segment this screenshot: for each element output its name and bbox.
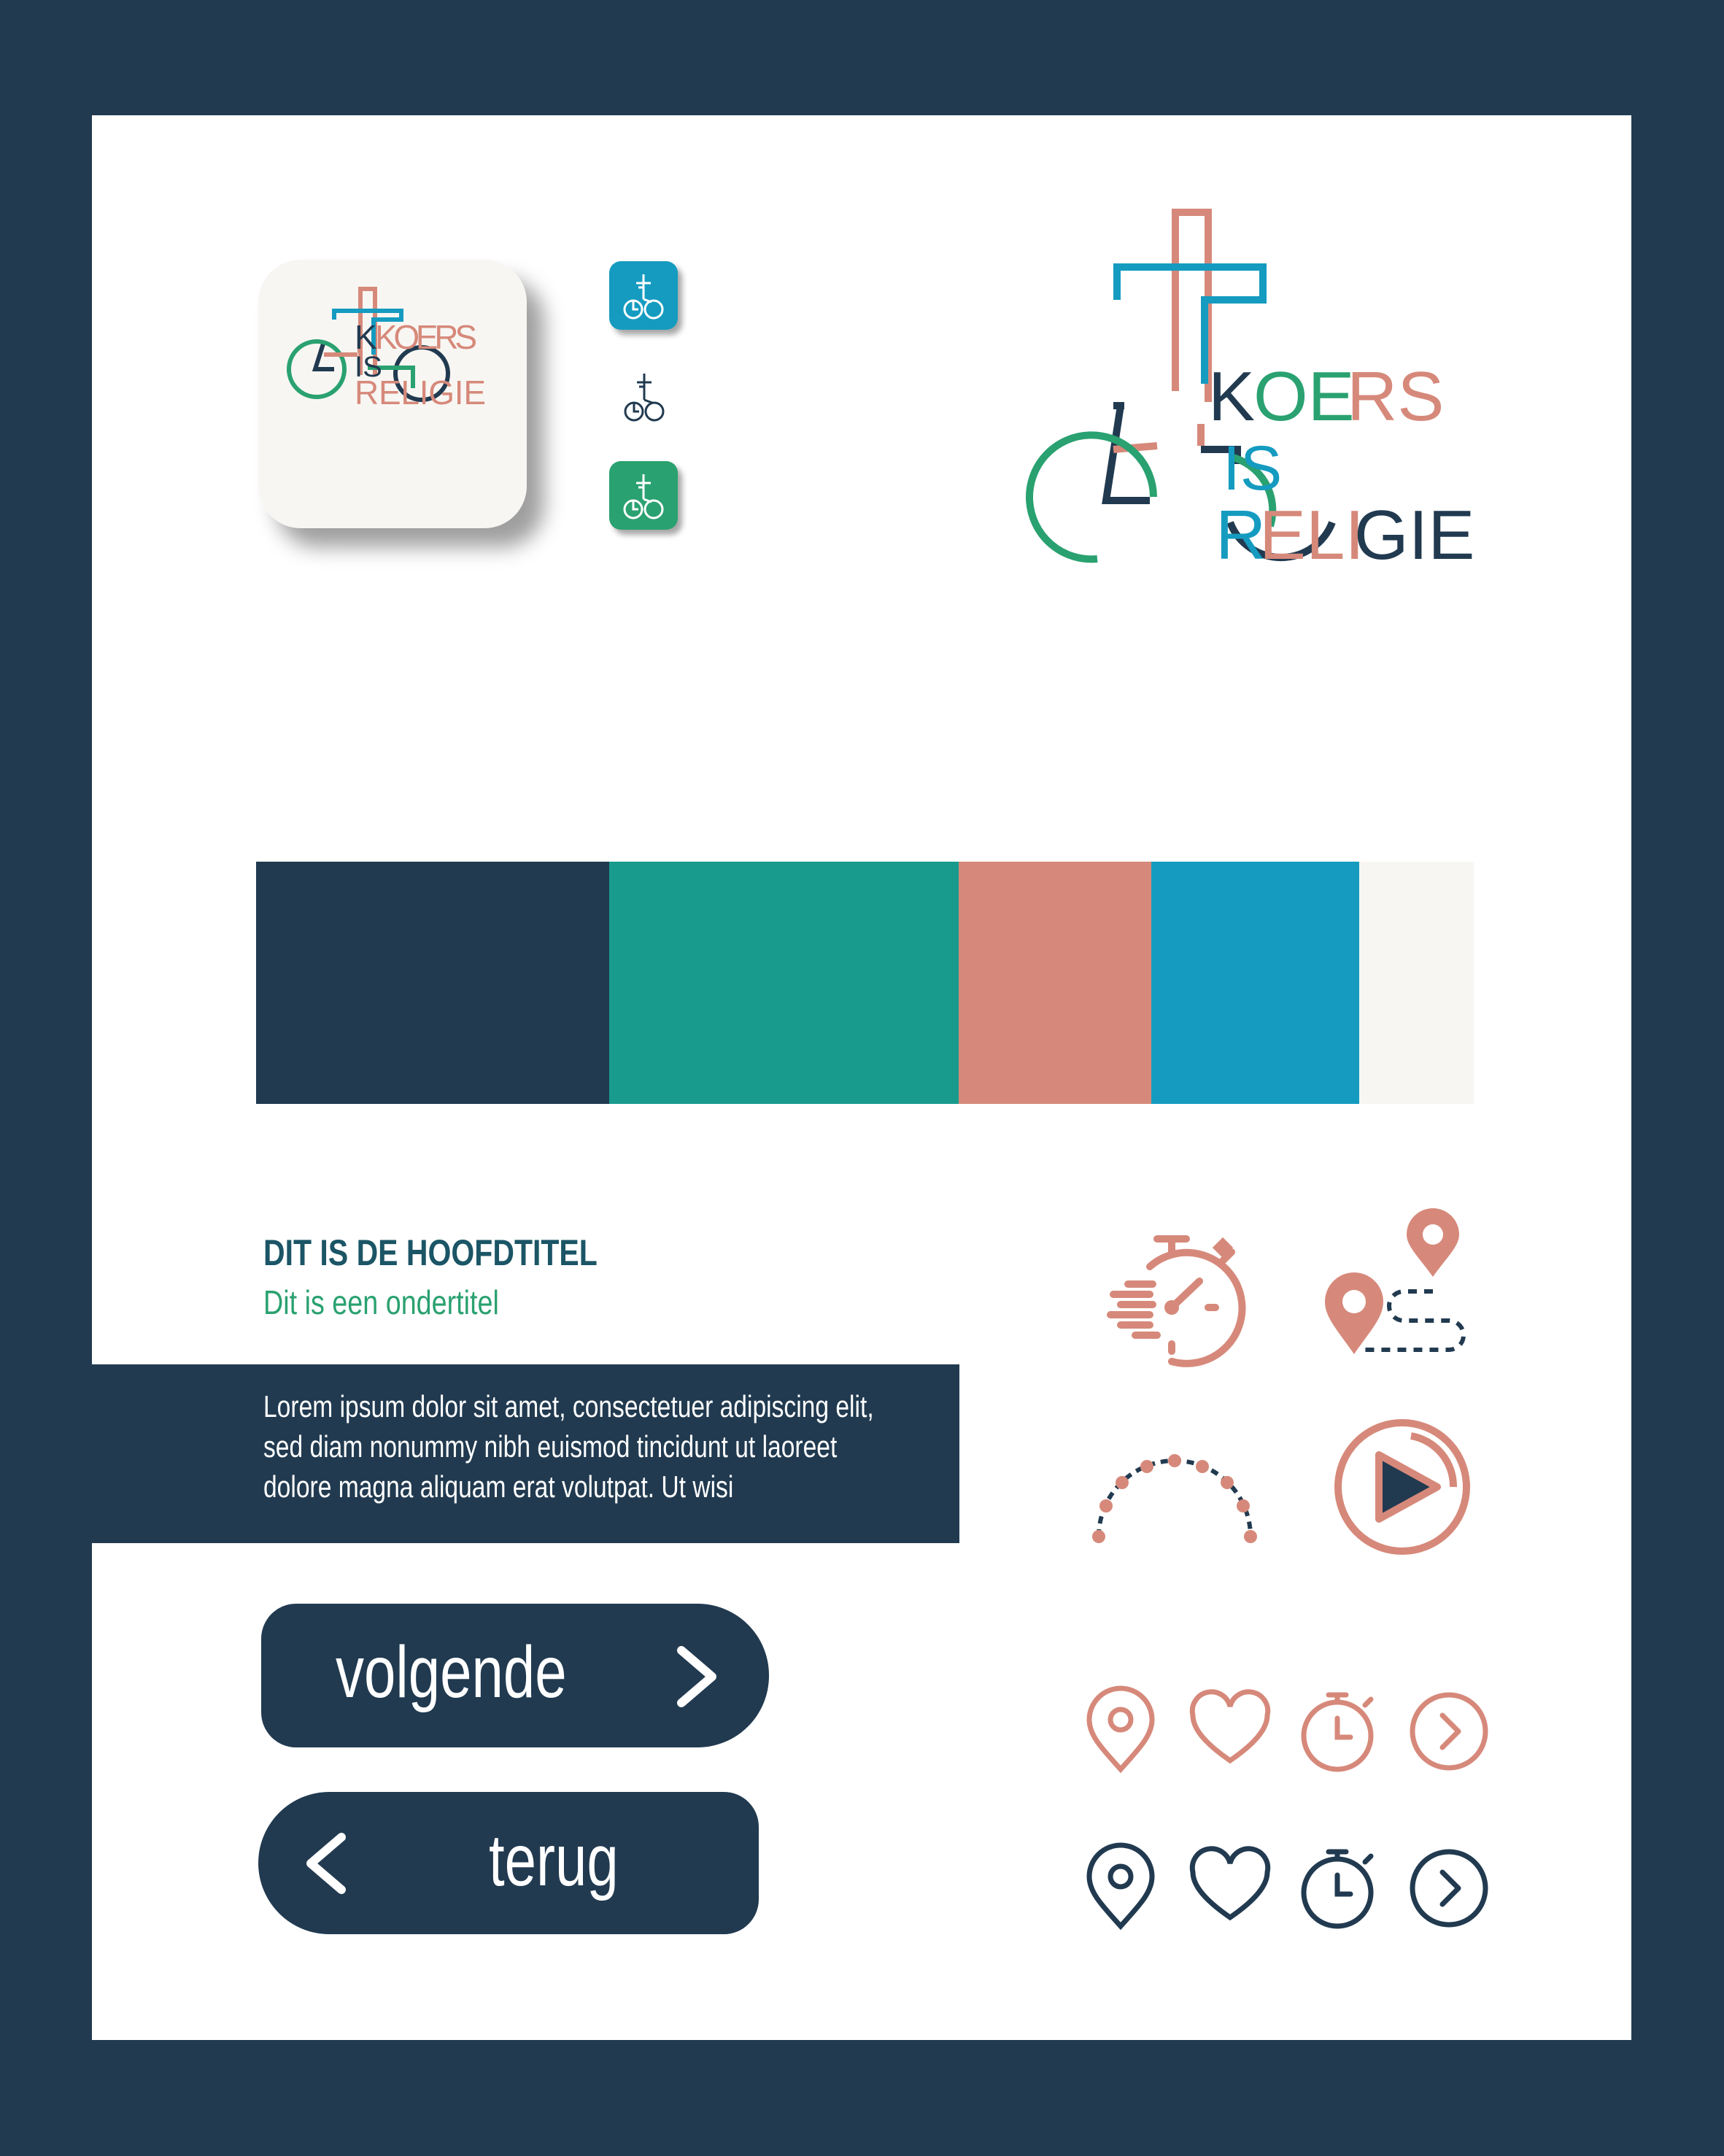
swatch-teal <box>609 862 959 1104</box>
icon-row-navy <box>1081 1842 1489 1932</box>
back-button[interactable]: terug <box>258 1792 759 1934</box>
logo-letter-k: K <box>1208 358 1255 436</box>
body-line: dolore magna aliquam erat volutpat. Ut w… <box>263 1469 734 1504</box>
subheading-sample: Dit is een ondertitel <box>263 1283 499 1321</box>
logo-letters-rs: RS <box>1347 358 1444 436</box>
stopwatch-speed-icon <box>1106 1224 1252 1370</box>
app-icon-blue <box>609 261 678 330</box>
timer-icon[interactable] <box>1299 1688 1380 1775</box>
location-pin-icon[interactable] <box>1081 1842 1161 1932</box>
body-line: Lorem ipsum dolor sit amet, consectetuer… <box>263 1389 874 1423</box>
next-button[interactable]: volgende <box>261 1604 769 1747</box>
heading-sample: DIT IS DE HOOFDTITEL <box>263 1232 598 1273</box>
chevron-left-icon <box>304 1833 347 1894</box>
logo-letter-r: R <box>1215 496 1266 574</box>
logo-letters-eli: ELI <box>1259 496 1364 574</box>
logo-letters-gie: GIE <box>1354 496 1474 574</box>
route-icon <box>1325 1208 1471 1370</box>
swatch-salmon <box>959 862 1151 1104</box>
style-guide-sheet: K KOERS IS RELIGIE K OE RS IS R ELI GIE … <box>92 115 1631 2040</box>
color-palette <box>256 862 1474 1104</box>
swatch-offwhite <box>1359 862 1474 1104</box>
chevron-right-icon <box>676 1646 719 1707</box>
timer-icon[interactable] <box>1299 1844 1380 1932</box>
body-line: sed diam nonummy nibh euismod tincidunt … <box>263 1429 838 1464</box>
app-icon: K KOERS IS RELIGIE <box>258 260 527 528</box>
logo-word-is: IS <box>1223 433 1282 503</box>
app-logo-mark: K KOERS IS RELIGIE <box>287 287 486 412</box>
progress-arc-icon <box>1084 1450 1267 1553</box>
body-text-sample: Lorem ipsum dolor sit amet, consectetuer… <box>263 1386 952 1507</box>
bike-cross-icon <box>623 474 664 519</box>
chevron-right-circle-icon[interactable] <box>1409 1844 1489 1932</box>
next-button-label: volgende <box>336 1631 567 1713</box>
bike-cross-icon <box>623 274 664 320</box>
chevron-right-circle-icon[interactable] <box>1409 1688 1489 1775</box>
play-icon <box>1329 1414 1475 1560</box>
app-logo-word-koers-rest: KOERS <box>375 318 477 356</box>
location-pin-icon[interactable] <box>1081 1685 1161 1775</box>
back-button-label: terug <box>489 1820 619 1901</box>
app-logo-word-religie: RELIGIE <box>355 374 486 412</box>
main-logo: K OE RS IS R ELI GIE <box>1011 209 1566 719</box>
icon-row-salmon <box>1081 1685 1489 1775</box>
swatch-blue <box>1151 862 1359 1104</box>
heart-icon[interactable] <box>1189 1844 1271 1932</box>
bike-cross-outline-icon <box>619 369 670 428</box>
logo-letters-oe: OE <box>1253 358 1355 436</box>
app-icon-green <box>609 461 678 530</box>
swatch-navy <box>256 862 609 1104</box>
heart-icon[interactable] <box>1189 1688 1271 1775</box>
